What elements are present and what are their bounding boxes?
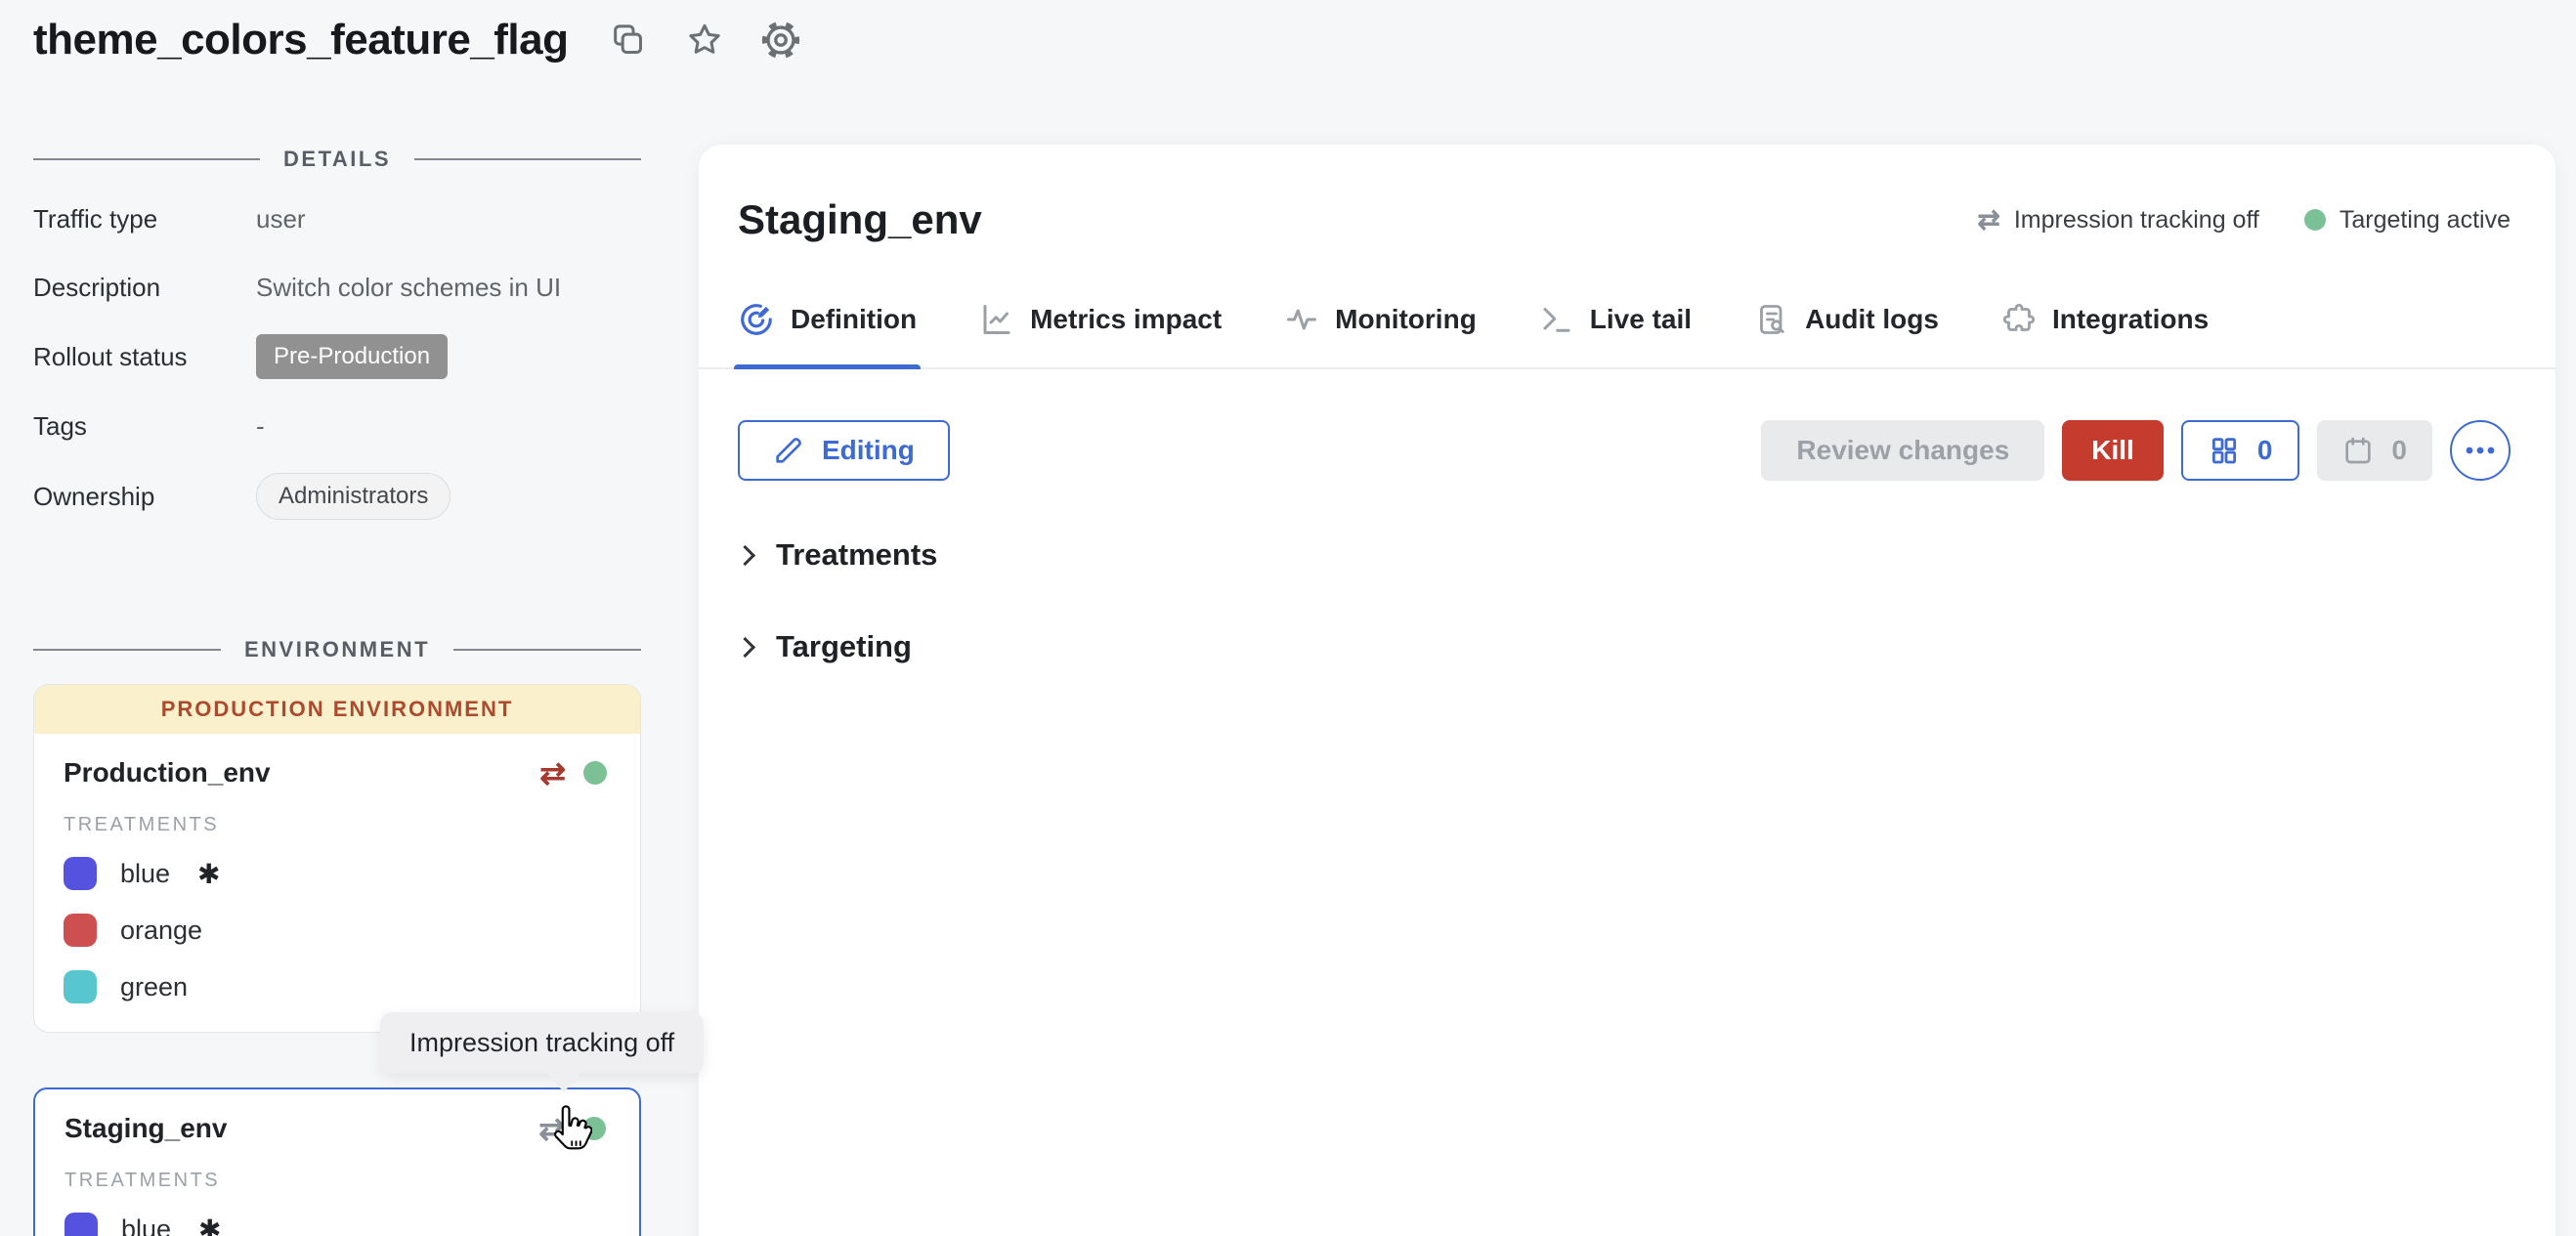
treatment-swatch [64, 857, 97, 890]
active-tab-underline [734, 364, 921, 369]
section-targeting[interactable]: Targeting [699, 629, 2555, 664]
env-name: Staging_env [64, 1113, 227, 1144]
tab-metrics-impact[interactable]: Metrics impact [979, 301, 1222, 367]
environment-title: Staging_env [738, 192, 982, 248]
tab-audit-logs[interactable]: Audit logs [1754, 301, 1939, 367]
divider [453, 649, 641, 651]
treatments-label: TREATMENTS [64, 814, 607, 836]
details-heading: DETAILS [33, 147, 641, 172]
treatment-swatch [64, 914, 97, 947]
divider [33, 158, 260, 160]
page-header: theme_colors_feature_flag [0, 0, 2576, 64]
default-treatment-icon: ✱ [198, 1214, 221, 1236]
swap-arrows-icon: ⇄ [1977, 206, 1999, 234]
tab-integrations[interactable]: Integrations [2001, 301, 2209, 367]
divider [33, 649, 221, 651]
grid-icon [2209, 435, 2240, 466]
copy-icon[interactable] [608, 20, 649, 61]
targeting-status: Targeting active [2304, 206, 2511, 234]
gear-icon[interactable] [760, 20, 801, 61]
impression-tracking-status: ⇄ Impression tracking off [1977, 206, 2259, 234]
treatment-row: blue ✱ [64, 1210, 606, 1236]
detail-row-tags: Tags - [33, 405, 641, 448]
hand-cursor [553, 1104, 592, 1160]
detail-row-ownership: Ownership Administrators [33, 473, 641, 520]
divider [414, 158, 641, 160]
treatment-row: green [64, 967, 607, 1006]
tab-monitoring[interactable]: Monitoring [1284, 301, 1477, 367]
default-treatment-icon: ✱ [197, 858, 220, 890]
impression-tracking-tooltip: Impression tracking off [380, 1012, 704, 1074]
environment-detail-panel: Staging_env ⇄ Impression tracking off Ta… [699, 145, 2555, 1236]
detail-row-description: Description Switch color schemes in UI [33, 266, 641, 309]
chevron-right-icon [735, 544, 755, 565]
schedule-count-button[interactable]: 0 [2317, 420, 2432, 481]
ellipsis-icon [2464, 445, 2497, 456]
review-changes-button[interactable]: Review changes [1761, 420, 2044, 481]
green-status-dot [2304, 209, 2326, 231]
editing-button[interactable]: Editing [738, 420, 950, 481]
ownership-chip[interactable]: Administrators [256, 473, 451, 520]
impression-tracking-icon[interactable]: ⇄ [539, 757, 566, 788]
treatment-swatch [64, 970, 97, 1003]
detail-row-traffic-type: Traffic type user [33, 197, 641, 240]
env-name: Production_env [64, 757, 271, 788]
star-icon[interactable] [684, 20, 725, 61]
chevron-right-icon [735, 636, 755, 657]
kill-button[interactable]: Kill [2062, 420, 2164, 481]
production-environment-banner: PRODUCTION ENVIRONMENT [34, 685, 640, 734]
env-card-production[interactable]: PRODUCTION ENVIRONMENT Production_env ⇄ … [33, 684, 641, 1033]
targeting-active-dot [583, 761, 607, 785]
dashboards-count-button[interactable]: 0 [2181, 420, 2300, 481]
tab-definition[interactable]: Definition [738, 301, 917, 367]
treatments-label: TREATMENTS [64, 1170, 606, 1192]
tab-bar: Definition Metrics impact Monitoring Liv… [699, 301, 2555, 369]
env-card-staging[interactable]: Staging_env ⇄ TREATMENTS blue ✱ [33, 1087, 641, 1236]
section-treatments[interactable]: Treatments [699, 537, 2555, 573]
toolbar: Editing Review changes Kill 0 [699, 420, 2555, 481]
environment-heading: ENVIRONMENT [33, 637, 641, 662]
detail-row-rollout-status: Rollout status Pre-Production [33, 334, 641, 379]
tooltip-caret [547, 1073, 580, 1092]
rollout-status-badge[interactable]: Pre-Production [256, 334, 448, 379]
page-title: theme_colors_feature_flag [33, 16, 569, 64]
more-actions-button[interactable] [2450, 420, 2511, 481]
tab-live-tail[interactable]: Live tail [1539, 301, 1692, 367]
calendar-icon [2342, 435, 2374, 466]
treatment-swatch [64, 1213, 98, 1236]
treatment-row: orange [64, 911, 607, 950]
pencil-icon [773, 435, 804, 466]
treatment-row: blue ✱ [64, 854, 607, 893]
